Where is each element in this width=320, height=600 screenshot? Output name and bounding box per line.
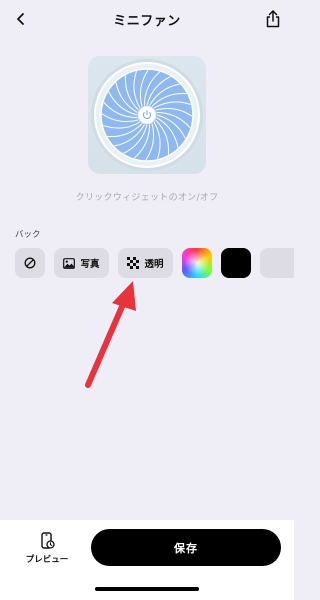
background-light-gray-swatch[interactable]	[260, 248, 294, 278]
background-black-swatch[interactable]	[221, 248, 251, 278]
no-symbol-icon	[24, 257, 36, 269]
image-icon	[63, 257, 76, 269]
share-button[interactable]	[262, 7, 284, 31]
background-transparent-button[interactable]: 透明	[118, 248, 173, 278]
page-title: ミニファン	[113, 14, 181, 29]
background-options: 写真 透明	[15, 248, 294, 278]
widget-preview[interactable]	[88, 56, 206, 174]
background-photo-button[interactable]: 写真	[54, 248, 109, 278]
background-section-label: バック	[15, 230, 41, 240]
background-photo-label: 写真	[80, 259, 100, 270]
save-button[interactable]: 保存	[91, 529, 281, 566]
preview-caption: クリックウィジェットのオン/オフ	[75, 193, 219, 203]
fan-icon	[91, 59, 203, 171]
home-indicator	[95, 587, 199, 591]
background-none-button[interactable]	[15, 248, 45, 278]
preview-button-label: プレビュー	[25, 555, 69, 565]
nav-header: ミニファン	[0, 0, 294, 38]
phone-preview-icon	[41, 532, 55, 549]
bottom-bar: プレビュー 保存	[0, 520, 294, 600]
share-icon	[266, 10, 280, 28]
background-transparent-label: 透明	[144, 259, 164, 270]
color-wheel-icon[interactable]	[182, 248, 212, 278]
checkerboard-icon	[127, 257, 140, 269]
preview-button[interactable]: プレビュー	[22, 532, 72, 572]
